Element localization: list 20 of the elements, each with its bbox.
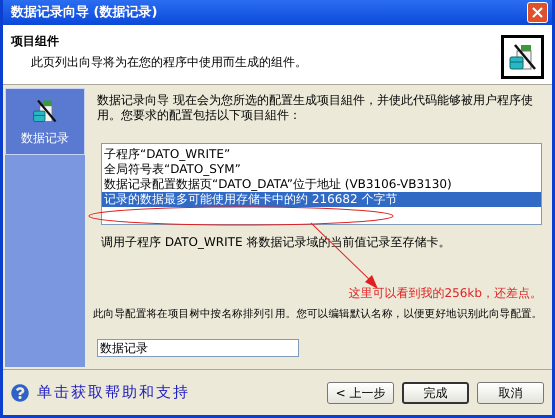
list-item[interactable]: 数据记录配置数据页“DATO_DATA”位于地址 (VB3106-VB3130) <box>102 177 541 192</box>
dialog-button[interactable]: < 上一步 <box>327 382 394 404</box>
help-icon <box>11 384 29 402</box>
annotation-text: 这里可以看到我的256kb，还差点。 <box>348 285 542 302</box>
close-icon <box>532 7 543 18</box>
help-link[interactable]: 单击获取帮助和支持 <box>11 381 190 404</box>
intro-text: 数据记录向导 现在会为您所选的配置生成项目組件，并使此代码能够被用户程序使用。您要求的配置包括以下项目組件： <box>97 93 534 123</box>
call-note: 调用子程序 DATO_WRITE 将数据记录域的当前值记录至存储卡。 <box>101 234 452 251</box>
name-field[interactable]: 数据记录 <box>97 338 299 357</box>
dialog-button[interactable]: 完成 <box>402 382 469 404</box>
close-button[interactable] <box>527 2 548 23</box>
page-subtitle: 此页列出向导将为在您的程序中使用而生成的组件。 <box>30 54 307 71</box>
sidebar-item[interactable]: 数据记录 <box>5 88 85 155</box>
list-item[interactable]: 记录的数据最多可能使用存储卡中的约 216682 个字节 <box>102 192 541 207</box>
naming-note: 此向导配置将在项目树中按名称排列引用。您可以编辑默认名称，以便更好地识别此向导配置。 <box>93 307 542 322</box>
dialog-button[interactable]: 取消 <box>477 382 544 404</box>
list-item[interactable]: 子程序“DATO_WRITE” <box>102 147 541 162</box>
list-item[interactable]: 全局符号表“DATO_SYM” <box>102 162 541 177</box>
window-title: 数据记录向导 (数据记录) <box>10 4 158 22</box>
page-title: 项目组件 <box>11 33 60 50</box>
